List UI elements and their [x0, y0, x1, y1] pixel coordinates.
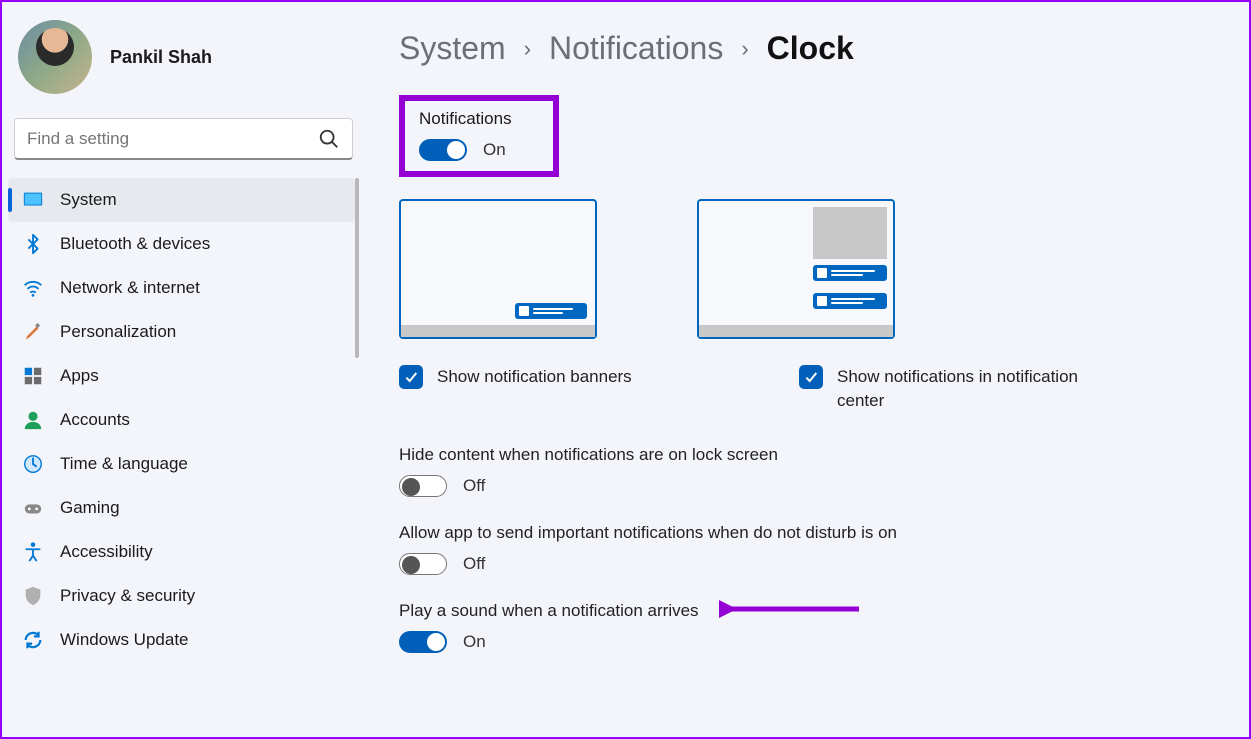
- annotation-highlight: Notifications On: [399, 95, 559, 177]
- sidebar-item-label: System: [60, 190, 117, 210]
- breadcrumb: System › Notifications › Clock: [399, 30, 1229, 67]
- chevron-right-icon: ›: [524, 36, 531, 62]
- show-banners-label: Show notification banners: [437, 365, 632, 389]
- sidebar-item-windows-update[interactable]: Windows Update: [8, 618, 355, 662]
- brush-icon: [22, 321, 44, 343]
- avatar: [18, 20, 92, 94]
- sidebar-item-apps[interactable]: Apps: [8, 354, 355, 398]
- notifications-master-toggle[interactable]: [419, 139, 467, 161]
- sidebar-item-label: Bluetooth & devices: [60, 234, 210, 254]
- sidebar-item-label: Windows Update: [60, 630, 189, 650]
- breadcrumb-notifications[interactable]: Notifications: [549, 30, 723, 67]
- hide-lock-state: Off: [463, 476, 485, 496]
- play-sound-label: Play a sound when a notification arrives: [399, 601, 1229, 621]
- sidebar-item-network[interactable]: Network & internet: [8, 266, 355, 310]
- nav-scrollbar[interactable]: [355, 178, 359, 737]
- sidebar: Pankil Shah System Bluetooth & devices N…: [2, 2, 365, 737]
- toast-icon: [515, 303, 587, 319]
- notifications-heading: Notifications: [419, 109, 535, 129]
- apps-icon: [22, 365, 44, 387]
- dnd-important-toggle[interactable]: [399, 553, 447, 575]
- clock-globe-icon: [22, 453, 44, 475]
- main-content: System › Notifications › Clock Notificat…: [365, 2, 1249, 737]
- wifi-icon: [22, 277, 44, 299]
- bluetooth-icon: [22, 233, 44, 255]
- dnd-important-label: Allow app to send important notification…: [399, 523, 1229, 543]
- notifications-master-state: On: [483, 140, 506, 160]
- sidebar-item-label: Personalization: [60, 322, 176, 342]
- nav-list: System Bluetooth & devices Network & int…: [8, 178, 359, 737]
- hide-lock-label: Hide content when notifications are on l…: [399, 445, 1229, 465]
- preview-banner[interactable]: [399, 199, 597, 339]
- sidebar-item-time-language[interactable]: Time & language: [8, 442, 355, 486]
- dnd-important-state: Off: [463, 554, 485, 574]
- toast-icon: [813, 265, 887, 281]
- profile-name: Pankil Shah: [110, 47, 212, 68]
- sidebar-item-accounts[interactable]: Accounts: [8, 398, 355, 442]
- hide-lock-toggle[interactable]: [399, 475, 447, 497]
- sidebar-item-system[interactable]: System: [8, 178, 355, 222]
- sidebar-item-label: Gaming: [60, 498, 120, 518]
- sidebar-item-label: Accounts: [60, 410, 130, 430]
- search-box[interactable]: [14, 118, 353, 160]
- show-center-label: Show notifications in notification cente…: [837, 365, 1099, 413]
- sidebar-item-label: Time & language: [60, 454, 188, 474]
- sidebar-item-label: Privacy & security: [60, 586, 195, 606]
- play-sound-state: On: [463, 632, 486, 652]
- search-icon: [318, 128, 340, 150]
- update-icon: [22, 629, 44, 651]
- play-sound-toggle[interactable]: [399, 631, 447, 653]
- shield-icon: [22, 585, 44, 607]
- preview-notification-center[interactable]: [697, 199, 895, 339]
- show-center-checkbox[interactable]: [799, 365, 823, 389]
- person-icon: [22, 409, 44, 431]
- sidebar-item-privacy[interactable]: Privacy & security: [8, 574, 355, 618]
- display-icon: [22, 189, 44, 211]
- profile-block[interactable]: Pankil Shah: [8, 2, 359, 118]
- chevron-right-icon: ›: [741, 36, 748, 62]
- sidebar-item-bluetooth[interactable]: Bluetooth & devices: [8, 222, 355, 266]
- sidebar-item-personalization[interactable]: Personalization: [8, 310, 355, 354]
- breadcrumb-system[interactable]: System: [399, 30, 506, 67]
- breadcrumb-current: Clock: [767, 30, 854, 67]
- show-banners-checkbox[interactable]: [399, 365, 423, 389]
- toast-icon: [813, 293, 887, 309]
- gamepad-icon: [22, 497, 44, 519]
- accessibility-icon: [22, 541, 44, 563]
- sidebar-item-accessibility[interactable]: Accessibility: [8, 530, 355, 574]
- sidebar-item-label: Apps: [60, 366, 99, 386]
- sidebar-item-gaming[interactable]: Gaming: [8, 486, 355, 530]
- sidebar-item-label: Network & internet: [60, 278, 200, 298]
- search-input[interactable]: [27, 129, 318, 149]
- sidebar-item-label: Accessibility: [60, 542, 153, 562]
- nav-scrollbar-thumb[interactable]: [355, 178, 359, 358]
